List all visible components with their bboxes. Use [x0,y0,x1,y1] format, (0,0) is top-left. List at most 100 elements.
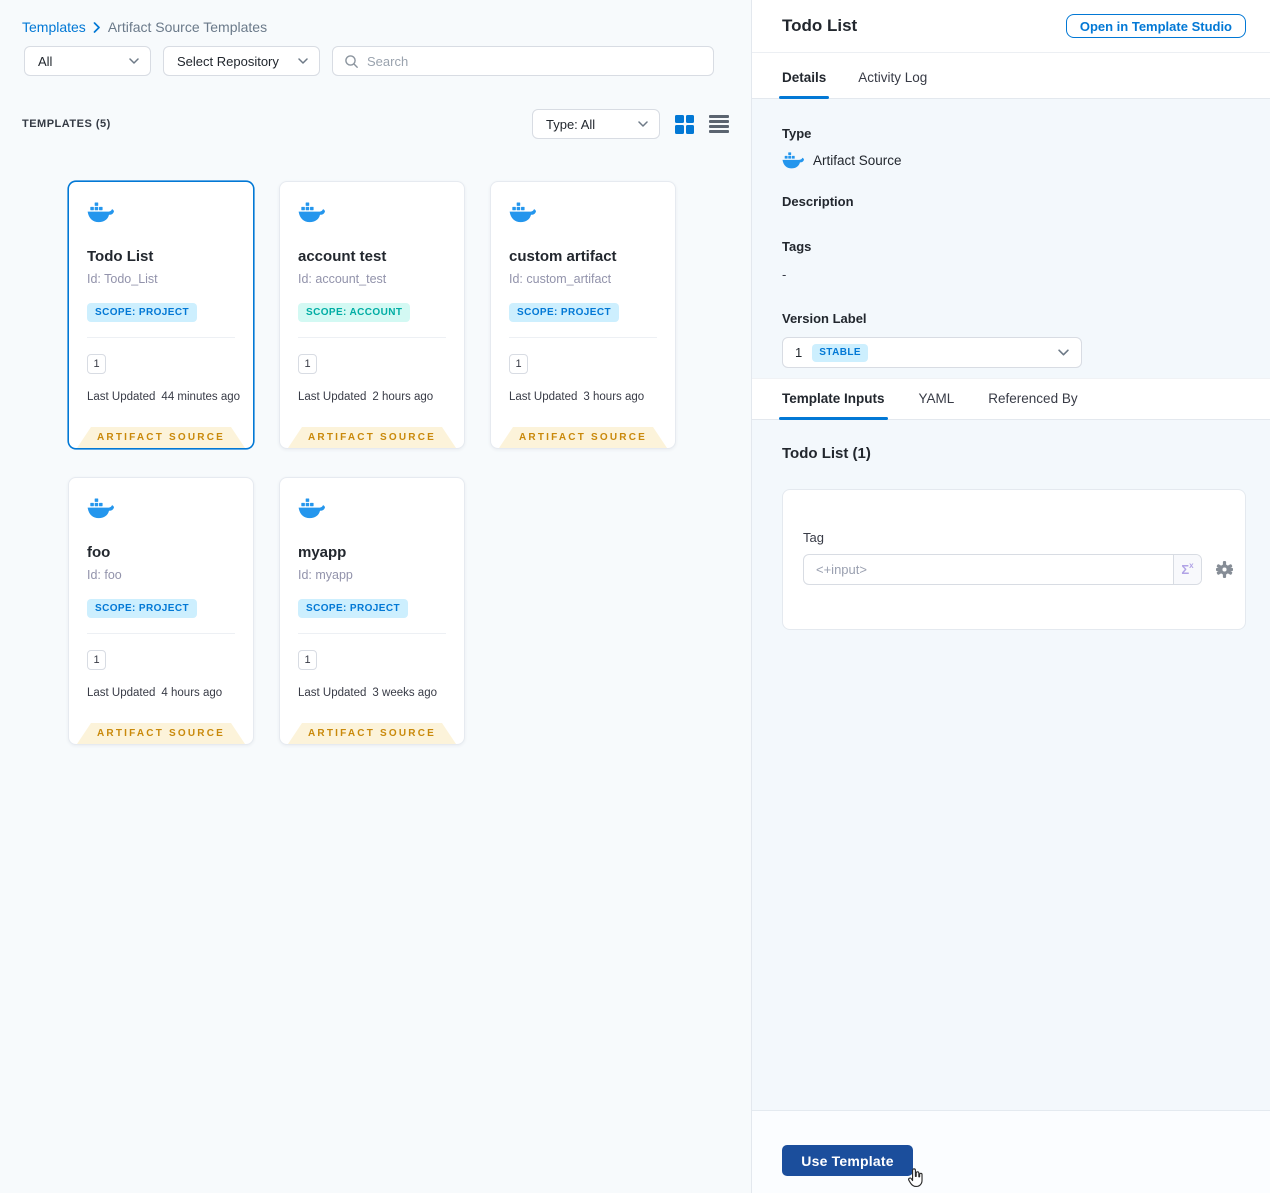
tags-value: - [782,267,787,282]
inputs-section-title: Todo List (1) [782,445,871,462]
type-filter-value: Type: All [546,116,596,132]
card-divider [298,337,446,338]
tag-label: Tag [803,530,824,545]
artifact-source-ribbon: ARTIFACT SOURCE [77,427,245,448]
last-updated: Last Updated 3 hours ago [509,391,645,403]
template-card-title: account test [298,248,387,265]
details-section: Type Artifact Source Description Tags - … [752,99,1270,378]
version-count-badge: 1 [298,650,317,670]
breadcrumb: Templates Artifact Source Templates [0,0,751,35]
expression-sigma-button[interactable]: Σx [1173,555,1201,584]
scope-badge: SCOPE: PROJECT [87,599,197,618]
docker-icon [509,202,536,223]
details-tabs: Details Activity Log [752,53,1270,99]
last-updated: Last Updated 4 hours ago [87,687,223,699]
template-details-panel: Todo List Open in Template Studio Detail… [752,0,1270,1193]
scope-badge: SCOPE: PROJECT [509,303,619,322]
template-card-id: Id: custom_artifact [509,272,612,286]
template-card-account-test[interactable]: account test Id: account_test SCOPE: ACC… [279,181,465,449]
template-card-custom-artifact[interactable]: custom artifact Id: custom_artifact SCOP… [490,181,676,449]
repository-filter-value: Select Repository [177,53,279,69]
scope-badge: SCOPE: PROJECT [298,599,408,618]
panel-title: Todo List [782,16,858,35]
template-card-id: Id: foo [87,568,122,582]
version-label: Version Label [782,311,867,326]
template-card-todo-list[interactable]: Todo List Id: Todo_List SCOPE: PROJECT 1… [68,181,254,449]
details-header: Todo List Open in Template Studio [752,0,1270,53]
template-card-id: Id: Todo_List [87,272,158,286]
template-card-title: myapp [298,544,347,561]
panel-footer: Use Template [752,1110,1270,1193]
chevron-down-icon [638,121,648,127]
filter-bar: All Select Repository [24,46,751,76]
tab-yaml[interactable]: YAML [919,391,955,419]
chevron-down-icon [129,58,139,64]
docker-icon [87,202,114,223]
version-label-select[interactable]: 1 STABLE [782,337,1082,368]
list-view-icon[interactable] [709,115,729,133]
tab-template-inputs[interactable]: Template Inputs [779,391,888,420]
card-divider [298,633,446,634]
docker-icon [782,152,804,169]
artifact-source-ribbon: ARTIFACT SOURCE [288,723,456,744]
last-updated: Last Updated 44 minutes ago [87,391,241,403]
description-label: Description [782,194,854,209]
docker-icon [87,498,114,519]
version-count-badge: 1 [509,354,528,374]
open-in-template-studio-button[interactable]: Open in Template Studio [1065,14,1246,38]
chevron-down-icon [1058,349,1069,356]
use-template-button[interactable]: Use Template [782,1145,913,1176]
template-card-title: Todo List [87,248,154,265]
template-list-panel: Templates Artifact Source Templates All … [0,0,752,1193]
list-header: TEMPLATES (5) Type: All [22,109,729,139]
breadcrumb-templates-link[interactable]: Templates [22,19,86,35]
last-updated: Last Updated 2 hours ago [298,391,434,403]
tag-input-box: Σx [803,554,1202,585]
breadcrumb-chevron-icon [93,22,101,33]
scope-badge: SCOPE: ACCOUNT [298,303,411,322]
inputs-card: Tag Σx [782,489,1246,630]
docker-icon [298,202,325,223]
type-value: Artifact Source [813,153,902,168]
version-count-badge: 1 [87,354,106,374]
repository-filter-select[interactable]: Select Repository [163,46,320,76]
artifact-source-ribbon: ARTIFACT SOURCE [499,427,667,448]
chevron-down-icon [298,58,308,64]
version-count-badge: 1 [87,650,106,670]
artifact-source-ribbon: ARTIFACT SOURCE [288,427,456,448]
scope-filter-value: All [38,53,53,69]
card-divider [509,337,657,338]
templates-count: TEMPLATES (5) [22,118,111,130]
tab-activity-log[interactable]: Activity Log [858,70,927,98]
search-icon [345,54,358,68]
version-count-badge: 1 [298,354,317,374]
template-card-grid: Todo List Id: Todo_List SCOPE: PROJECT 1… [68,181,751,745]
type-label: Type [782,126,812,141]
template-card-myapp[interactable]: myapp Id: myapp SCOPE: PROJECT 1 Last Up… [279,477,465,745]
scope-badge: SCOPE: PROJECT [87,303,197,322]
breadcrumb-current: Artifact Source Templates [107,19,268,35]
template-card-title: custom artifact [509,248,617,265]
search-box[interactable] [332,46,714,76]
artifact-source-ribbon: ARTIFACT SOURCE [77,723,245,744]
version-number: 1 [795,345,803,360]
grid-view-icon[interactable] [675,114,694,134]
card-divider [87,337,235,338]
type-filter-select[interactable]: Type: All [532,109,660,139]
stable-badge: STABLE [812,343,868,362]
scope-filter-select[interactable]: All [24,46,151,76]
docker-icon [298,498,325,519]
tag-input[interactable] [804,555,1173,584]
template-card-id: Id: account_test [298,272,387,286]
tab-details[interactable]: Details [778,70,830,99]
card-divider [87,633,235,634]
templates-page: Templates Artifact Source Templates All … [0,0,1270,1193]
tab-referenced-by[interactable]: Referenced By [988,391,1077,419]
template-card-foo[interactable]: foo Id: foo SCOPE: PROJECT 1 Last Update… [68,477,254,745]
template-card-id: Id: myapp [298,568,353,582]
template-card-title: foo [87,544,111,561]
input-settings-gear-icon[interactable] [1216,561,1233,578]
last-updated: Last Updated 3 weeks ago [298,687,437,699]
search-input[interactable] [367,53,702,69]
template-inputs-section: Todo List (1) Tag Σx [752,420,1270,1110]
